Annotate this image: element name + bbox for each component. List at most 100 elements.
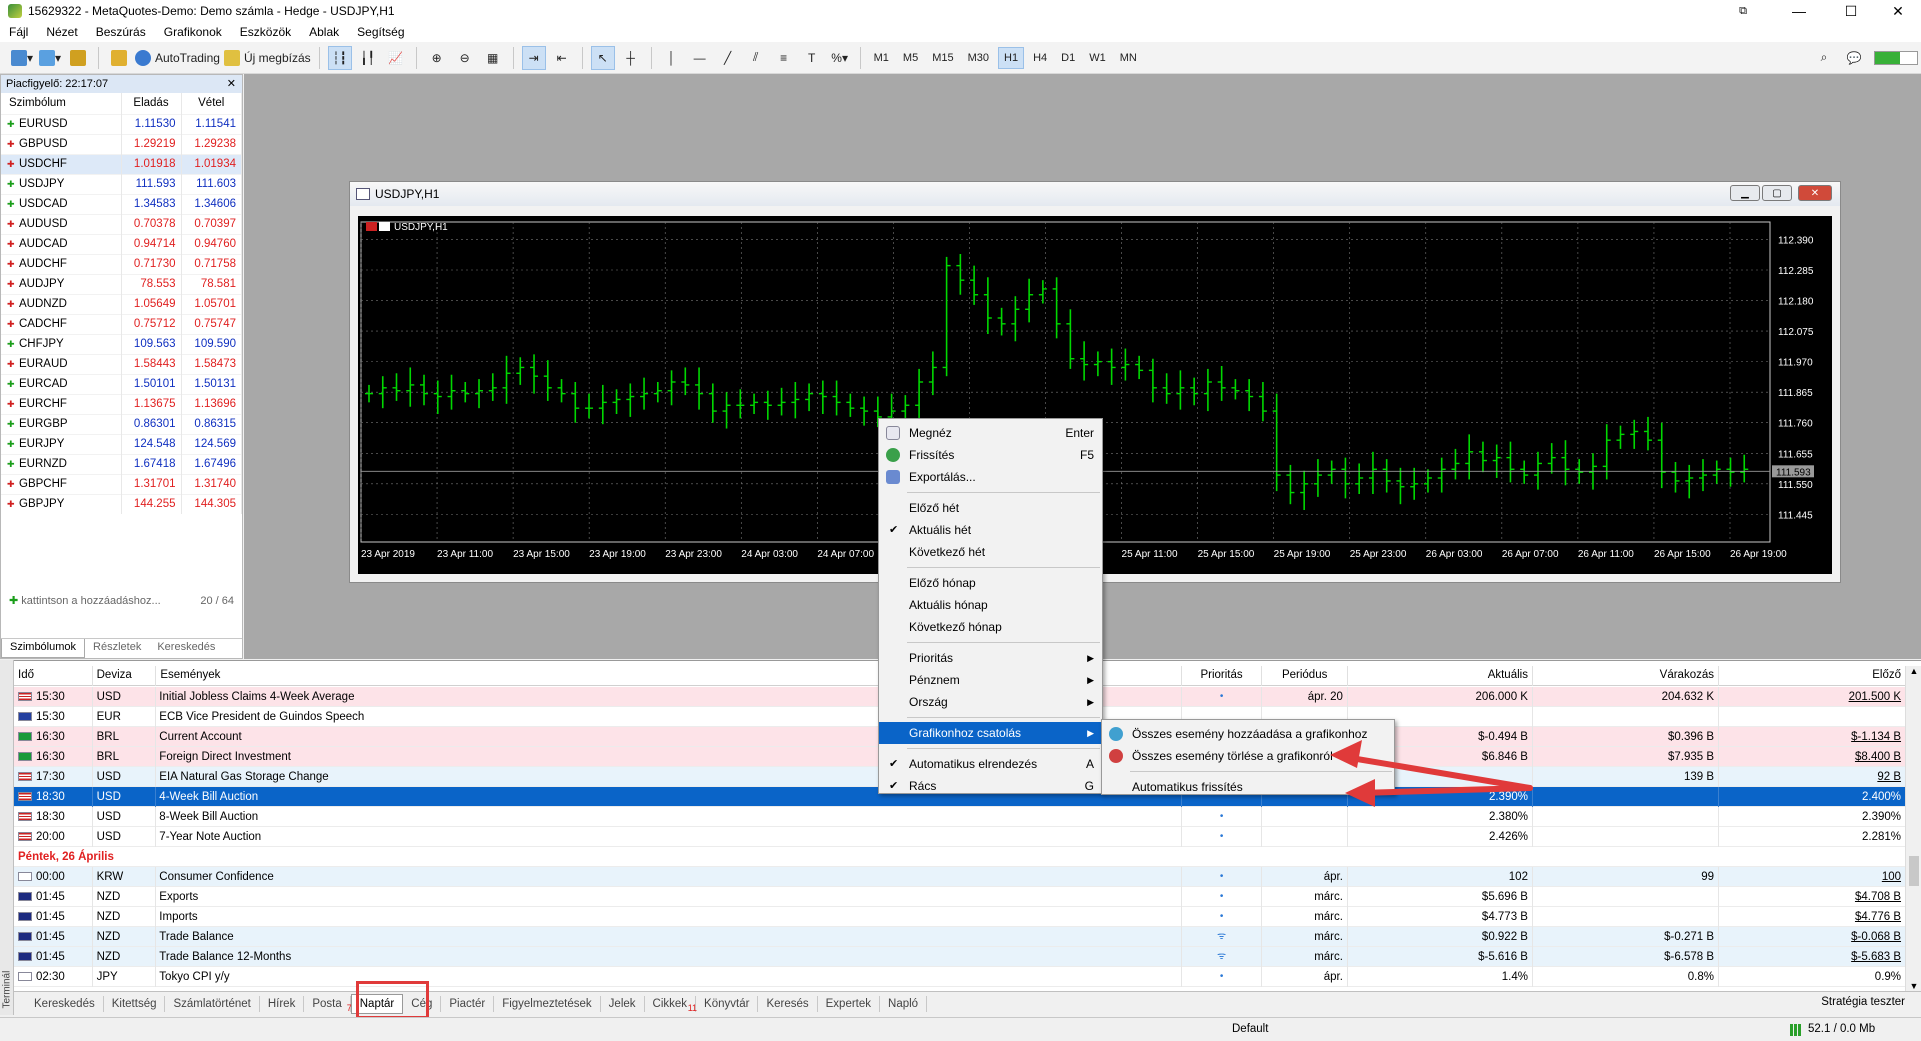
- minimize-button[interactable]: —: [1776, 0, 1822, 22]
- scroll-thumb[interactable]: [1909, 856, 1919, 886]
- timeframe-h4[interactable]: H4: [1028, 47, 1052, 69]
- calendar-row[interactable]: 01:45 NZD Trade Balance 12-Months ᯤ márc. $-5…: [14, 946, 1907, 967]
- timeframe-h1[interactable]: H1: [998, 46, 1025, 69]
- close-icon[interactable]: ✕: [227, 75, 236, 93]
- vertical-scrollbar[interactable]: ▲ ▼: [1905, 666, 1921, 991]
- column-time[interactable]: Idő: [14, 666, 93, 686]
- calendar-row[interactable]: 20:00 USD 7-Year Note Auction • 2.426% 2.281%: [14, 826, 1907, 847]
- market-watch-row[interactable]: ✚ EURAUD 1.58443 1.58473: [1, 353, 242, 374]
- maximize-button[interactable]: ☐: [1828, 0, 1874, 22]
- add-symbol-row[interactable]: ✚ kattintson a hozzáadáshoz... 20 / 64: [1, 591, 242, 611]
- market-watch-row[interactable]: ✚ AUDNZD 1.05649 1.05701: [1, 293, 242, 314]
- menu-item-view[interactable]: Megnéz Enter: [879, 422, 1102, 444]
- terminal-tab[interactable]: Figyelmeztetések: [494, 995, 601, 1012]
- menu-item-current-month[interactable]: Aktuális hónap: [879, 594, 1102, 616]
- minimize-button[interactable]: ▁: [1730, 185, 1760, 201]
- tab-details[interactable]: Részletek: [85, 639, 149, 658]
- column-previous[interactable]: Előző: [1719, 666, 1907, 686]
- column-currency[interactable]: Deviza: [93, 666, 157, 686]
- calendar-row[interactable]: 01:45 NZD Exports • márc. $5.696 B $4.708 B: [14, 886, 1907, 907]
- terminal-tab[interactable]: Kereskedés: [26, 995, 104, 1012]
- chart-shift-icon[interactable]: ⇤: [550, 46, 574, 70]
- column-header[interactable]: Vétel: [181, 93, 242, 114]
- calendar-row[interactable]: 00:00 KRW Consumer Confidence • ápr. 102 99 100: [14, 866, 1907, 887]
- calendar-row[interactable]: 02:30 JPY Tokyo CPI y/y • ápr. 1.4% 0.8% 0.9%: [14, 966, 1907, 987]
- menu-item-priority[interactable]: Prioritás ▶: [879, 647, 1102, 669]
- terminal-tab[interactable]: Könyvtár: [696, 995, 759, 1012]
- close-button[interactable]: ✕: [1798, 185, 1832, 201]
- menu-item-grid[interactable]: ✔ Rács G: [879, 775, 1102, 797]
- menu-item-country[interactable]: Ország ▶: [879, 691, 1102, 713]
- timeframe-m5[interactable]: M5: [898, 47, 923, 69]
- column-priority[interactable]: Prioritás: [1182, 666, 1263, 686]
- line-chart-icon[interactable]: 📈: [384, 46, 408, 70]
- terminal-tab[interactable]: Jelek: [601, 995, 645, 1012]
- market-watch-row[interactable]: ✚ EURUSD 1.11530 1.11541: [1, 113, 242, 134]
- profiles-icon[interactable]: ▾: [38, 46, 62, 70]
- zoom-out-icon[interactable]: ⊖: [453, 46, 477, 70]
- tile-windows-icon[interactable]: ▦: [481, 46, 505, 70]
- column-header[interactable]: Eladás: [121, 93, 182, 114]
- menu-item-export[interactable]: Exportálás...: [879, 466, 1102, 488]
- menu-view[interactable]: Nézet: [37, 25, 86, 39]
- column-forecast[interactable]: Várakozás: [1533, 666, 1719, 686]
- menu-item-prev-week[interactable]: Előző hét: [879, 497, 1102, 519]
- menu-window[interactable]: Ablak: [300, 25, 348, 39]
- market-watch-row[interactable]: ✚ EURNZD 1.67418 1.67496: [1, 453, 242, 474]
- new-chart-icon[interactable]: ▾: [10, 46, 34, 70]
- terminal-tab[interactable]: Hírek: [260, 995, 305, 1012]
- scroll-down-icon[interactable]: ▼: [1906, 981, 1921, 991]
- market-watch-row[interactable]: ✚ CHFJPY 109.563 109.590: [1, 333, 242, 354]
- column-header[interactable]: Szimbólum: [1, 93, 122, 114]
- menu-item-currency[interactable]: Pénznem ▶: [879, 669, 1102, 691]
- market-watch-row[interactable]: ✚ EURCAD 1.50101 1.50131: [1, 373, 242, 394]
- cursor-icon[interactable]: ↖: [590, 45, 615, 70]
- tab-symbols[interactable]: Szimbólumok: [1, 639, 86, 658]
- calendar-row[interactable]: 01:45 NZD Imports • márc. $4.773 B $4.776 B: [14, 906, 1907, 927]
- chart-window-titlebar[interactable]: USDJPY,H1 ▁ ▢ ✕: [350, 182, 1840, 206]
- bar-chart-icon[interactable]: ┆┇: [327, 45, 352, 70]
- terminal-tab[interactable]: Számlatörténet: [165, 995, 260, 1012]
- terminal-tab[interactable]: Expertek: [818, 995, 881, 1012]
- terminal-tab[interactable]: Cikkek 11: [645, 995, 697, 1013]
- timeframe-m15[interactable]: M15: [927, 47, 958, 69]
- tab-trading[interactable]: Kereskedés: [149, 639, 223, 658]
- market-watch-row[interactable]: ✚ USDJPY 111.593 111.603: [1, 173, 242, 194]
- menu-item-current-week[interactable]: ✔ Aktuális hét: [879, 519, 1102, 541]
- autotrading-button[interactable]: AutoTrading: [135, 46, 220, 70]
- zoom-in-icon[interactable]: ⊕: [425, 46, 449, 70]
- terminal-tab[interactable]: Kitettség: [104, 995, 166, 1012]
- trendline-icon[interactable]: ╱: [716, 46, 740, 70]
- calendar-row[interactable]: 18:30 USD 8-Week Bill Auction • 2.380% 2.390%: [14, 806, 1907, 827]
- restore-icon[interactable]: ⧉: [1720, 0, 1766, 22]
- autoscroll-icon[interactable]: ⇥: [521, 45, 546, 70]
- calendar-row[interactable]: 01:45 NZD Trade Balance ᯤ márc. $0.922 B $-0.2…: [14, 926, 1907, 947]
- candlestick-icon[interactable]: ╽╿: [356, 46, 380, 70]
- column-actual[interactable]: Aktuális: [1348, 666, 1533, 686]
- menu-file[interactable]: Fájl: [0, 25, 37, 39]
- menu-item-attach-to-chart[interactable]: Grafikonhoz csatolás ▶: [879, 722, 1102, 744]
- market-watch-row[interactable]: ✚ USDCAD 1.34583 1.34606: [1, 193, 242, 214]
- menu-item-next-week[interactable]: Következő hét: [879, 541, 1102, 563]
- chat-icon[interactable]: 💬: [1842, 46, 1866, 70]
- menu-item-remove-all-events[interactable]: Összes esemény törlése a grafikonról: [1102, 745, 1394, 767]
- crosshair-icon[interactable]: ┼: [619, 46, 643, 70]
- market-watch-row[interactable]: ✚ AUDCAD 0.94714 0.94760: [1, 233, 242, 254]
- close-button[interactable]: ✕: [1875, 0, 1921, 22]
- market-watch-row[interactable]: ✚ EURJPY 124.548 124.569: [1, 433, 242, 454]
- terminal-tab[interactable]: Keresés: [758, 995, 818, 1012]
- menu-charts[interactable]: Grafikonok: [155, 25, 231, 39]
- market-watch-row[interactable]: ✚ GBPCHF 1.31701 1.31740: [1, 473, 242, 494]
- timeframe-d1[interactable]: D1: [1056, 47, 1080, 69]
- timeframe-m1[interactable]: M1: [869, 47, 894, 69]
- menu-item-auto-arrange[interactable]: ✔ Automatikus elrendezés A: [879, 753, 1102, 775]
- menu-item-next-month[interactable]: Következő hónap: [879, 616, 1102, 638]
- horizontal-line-icon[interactable]: —: [688, 46, 712, 70]
- market-watch-row[interactable]: ✚ AUDJPY 78.553 78.581: [1, 273, 242, 294]
- channel-icon[interactable]: ⫽: [744, 46, 768, 70]
- vertical-line-icon[interactable]: │: [660, 46, 684, 70]
- market-watch-row[interactable]: ✚ AUDCHF 0.71730 0.71758: [1, 253, 242, 274]
- market-watch-row[interactable]: ✚ GBPUSD 1.29219 1.29238: [1, 133, 242, 154]
- market-watch-row[interactable]: ✚ EURCHF 1.13675 1.13696: [1, 393, 242, 414]
- shapes-icon[interactable]: %▾: [828, 46, 852, 70]
